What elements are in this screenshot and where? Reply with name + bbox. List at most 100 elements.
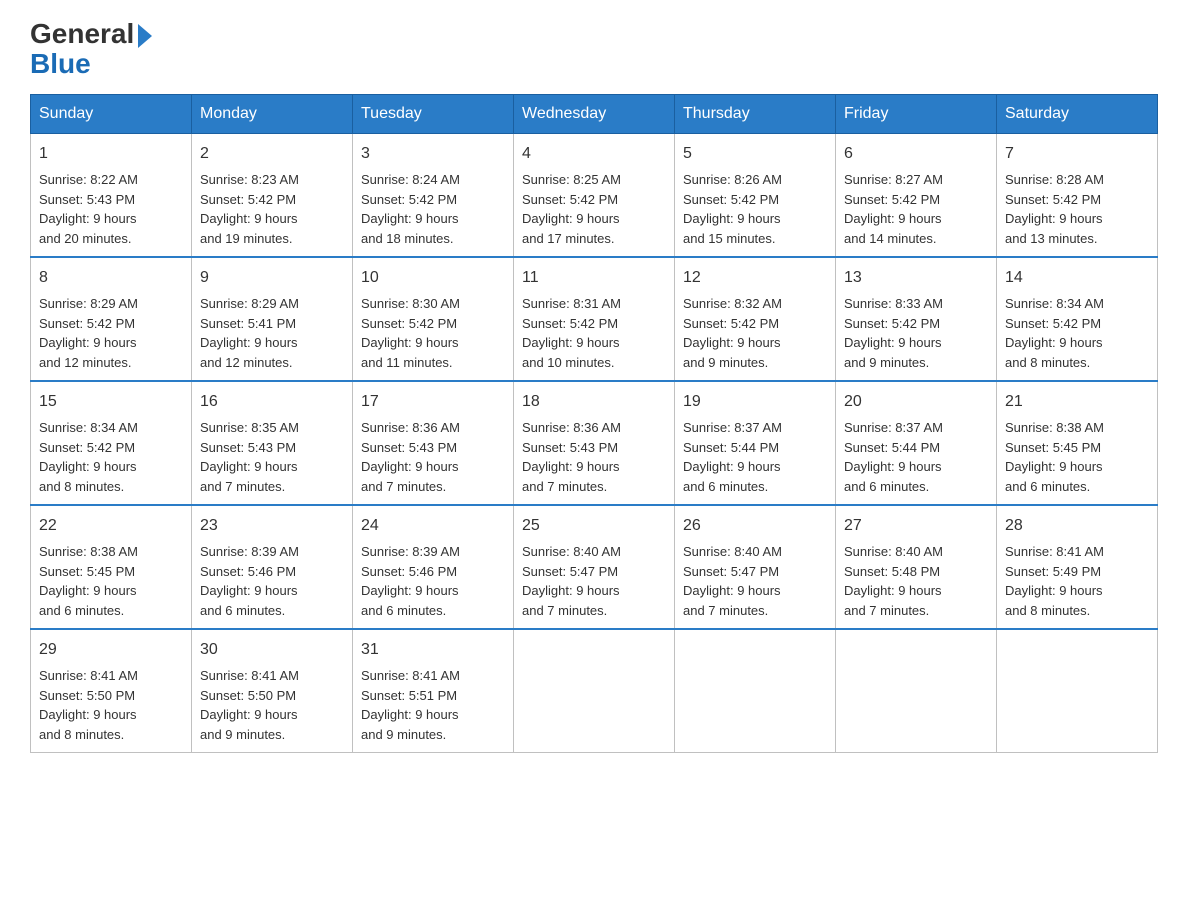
sunrise-info: Sunrise: 8:39 AM — [361, 544, 460, 559]
daylight-minutes: and 6 minutes. — [683, 479, 768, 494]
day-number: 5 — [683, 142, 827, 166]
sunset-info: Sunset: 5:44 PM — [683, 440, 779, 455]
daylight-minutes: and 9 minutes. — [844, 355, 929, 370]
daylight-minutes: and 9 minutes. — [361, 727, 446, 742]
daylight-hours: Daylight: 9 hours — [683, 211, 781, 226]
daylight-minutes: and 7 minutes. — [361, 479, 446, 494]
sunset-info: Sunset: 5:43 PM — [39, 192, 135, 207]
sunset-info: Sunset: 5:45 PM — [39, 564, 135, 579]
sunset-info: Sunset: 5:42 PM — [361, 316, 457, 331]
day-number: 10 — [361, 266, 505, 290]
daylight-hours: Daylight: 9 hours — [39, 707, 137, 722]
calendar-day-cell — [514, 629, 675, 753]
sunrise-info: Sunrise: 8:41 AM — [39, 668, 138, 683]
sunset-info: Sunset: 5:42 PM — [683, 316, 779, 331]
sunset-info: Sunset: 5:46 PM — [200, 564, 296, 579]
daylight-minutes: and 6 minutes. — [361, 603, 446, 618]
sunset-info: Sunset: 5:41 PM — [200, 316, 296, 331]
day-number: 29 — [39, 638, 183, 662]
sunrise-info: Sunrise: 8:40 AM — [844, 544, 943, 559]
day-number: 16 — [200, 390, 344, 414]
sunrise-info: Sunrise: 8:29 AM — [200, 296, 299, 311]
daylight-hours: Daylight: 9 hours — [522, 211, 620, 226]
daylight-hours: Daylight: 9 hours — [844, 583, 942, 598]
day-number: 28 — [1005, 514, 1149, 538]
sunrise-info: Sunrise: 8:37 AM — [844, 420, 943, 435]
sunset-info: Sunset: 5:42 PM — [39, 440, 135, 455]
sunrise-info: Sunrise: 8:36 AM — [522, 420, 621, 435]
sunrise-info: Sunrise: 8:28 AM — [1005, 172, 1104, 187]
day-number: 7 — [1005, 142, 1149, 166]
day-number: 27 — [844, 514, 988, 538]
sunrise-info: Sunrise: 8:29 AM — [39, 296, 138, 311]
day-number: 18 — [522, 390, 666, 414]
daylight-hours: Daylight: 9 hours — [39, 211, 137, 226]
daylight-minutes: and 7 minutes. — [844, 603, 929, 618]
daylight-hours: Daylight: 9 hours — [522, 335, 620, 350]
daylight-minutes: and 6 minutes. — [200, 603, 285, 618]
daylight-minutes: and 7 minutes. — [522, 479, 607, 494]
calendar-day-cell: 15Sunrise: 8:34 AMSunset: 5:42 PMDayligh… — [31, 381, 192, 505]
daylight-minutes: and 10 minutes. — [522, 355, 615, 370]
day-of-week-header: Wednesday — [514, 95, 675, 134]
calendar-week-row: 22Sunrise: 8:38 AMSunset: 5:45 PMDayligh… — [31, 505, 1158, 629]
logo-blue-text: Blue — [30, 50, 91, 78]
day-number: 14 — [1005, 266, 1149, 290]
sunrise-info: Sunrise: 8:23 AM — [200, 172, 299, 187]
day-of-week-header: Sunday — [31, 95, 192, 134]
calendar-table: SundayMondayTuesdayWednesdayThursdayFrid… — [30, 94, 1158, 753]
sunset-info: Sunset: 5:47 PM — [683, 564, 779, 579]
calendar-day-cell: 21Sunrise: 8:38 AMSunset: 5:45 PMDayligh… — [997, 381, 1158, 505]
sunset-info: Sunset: 5:48 PM — [844, 564, 940, 579]
daylight-hours: Daylight: 9 hours — [683, 335, 781, 350]
calendar-day-cell — [997, 629, 1158, 753]
daylight-minutes: and 13 minutes. — [1005, 231, 1098, 246]
daylight-minutes: and 8 minutes. — [1005, 603, 1090, 618]
daylight-hours: Daylight: 9 hours — [361, 335, 459, 350]
daylight-hours: Daylight: 9 hours — [844, 459, 942, 474]
day-number: 23 — [200, 514, 344, 538]
calendar-day-cell: 11Sunrise: 8:31 AMSunset: 5:42 PMDayligh… — [514, 257, 675, 381]
daylight-hours: Daylight: 9 hours — [683, 459, 781, 474]
day-of-week-header: Monday — [192, 95, 353, 134]
sunrise-info: Sunrise: 8:40 AM — [522, 544, 621, 559]
sunset-info: Sunset: 5:50 PM — [200, 688, 296, 703]
sunset-info: Sunset: 5:45 PM — [1005, 440, 1101, 455]
calendar-day-cell — [675, 629, 836, 753]
sunset-info: Sunset: 5:42 PM — [683, 192, 779, 207]
sunset-info: Sunset: 5:42 PM — [844, 316, 940, 331]
logo-general: General — [30, 20, 152, 48]
calendar-day-cell: 24Sunrise: 8:39 AMSunset: 5:46 PMDayligh… — [353, 505, 514, 629]
sunrise-info: Sunrise: 8:24 AM — [361, 172, 460, 187]
day-number: 19 — [683, 390, 827, 414]
sunrise-info: Sunrise: 8:33 AM — [844, 296, 943, 311]
day-number: 9 — [200, 266, 344, 290]
daylight-hours: Daylight: 9 hours — [39, 459, 137, 474]
daylight-hours: Daylight: 9 hours — [39, 335, 137, 350]
day-number: 15 — [39, 390, 183, 414]
daylight-hours: Daylight: 9 hours — [200, 335, 298, 350]
day-number: 26 — [683, 514, 827, 538]
day-number: 2 — [200, 142, 344, 166]
sunrise-info: Sunrise: 8:41 AM — [1005, 544, 1104, 559]
day-number: 20 — [844, 390, 988, 414]
sunset-info: Sunset: 5:47 PM — [522, 564, 618, 579]
daylight-minutes: and 8 minutes. — [1005, 355, 1090, 370]
calendar-day-cell: 7Sunrise: 8:28 AMSunset: 5:42 PMDaylight… — [997, 134, 1158, 258]
daylight-minutes: and 6 minutes. — [39, 603, 124, 618]
daylight-hours: Daylight: 9 hours — [200, 459, 298, 474]
day-number: 30 — [200, 638, 344, 662]
sunset-info: Sunset: 5:42 PM — [361, 192, 457, 207]
daylight-minutes: and 11 minutes. — [361, 355, 453, 370]
calendar-day-cell: 5Sunrise: 8:26 AMSunset: 5:42 PMDaylight… — [675, 134, 836, 258]
sunrise-info: Sunrise: 8:32 AM — [683, 296, 782, 311]
calendar-week-row: 8Sunrise: 8:29 AMSunset: 5:42 PMDaylight… — [31, 257, 1158, 381]
sunset-info: Sunset: 5:43 PM — [522, 440, 618, 455]
day-number: 21 — [1005, 390, 1149, 414]
sunset-info: Sunset: 5:42 PM — [39, 316, 135, 331]
calendar-day-cell: 17Sunrise: 8:36 AMSunset: 5:43 PMDayligh… — [353, 381, 514, 505]
day-number: 12 — [683, 266, 827, 290]
daylight-hours: Daylight: 9 hours — [1005, 583, 1103, 598]
daylight-hours: Daylight: 9 hours — [361, 583, 459, 598]
sunrise-info: Sunrise: 8:38 AM — [1005, 420, 1104, 435]
